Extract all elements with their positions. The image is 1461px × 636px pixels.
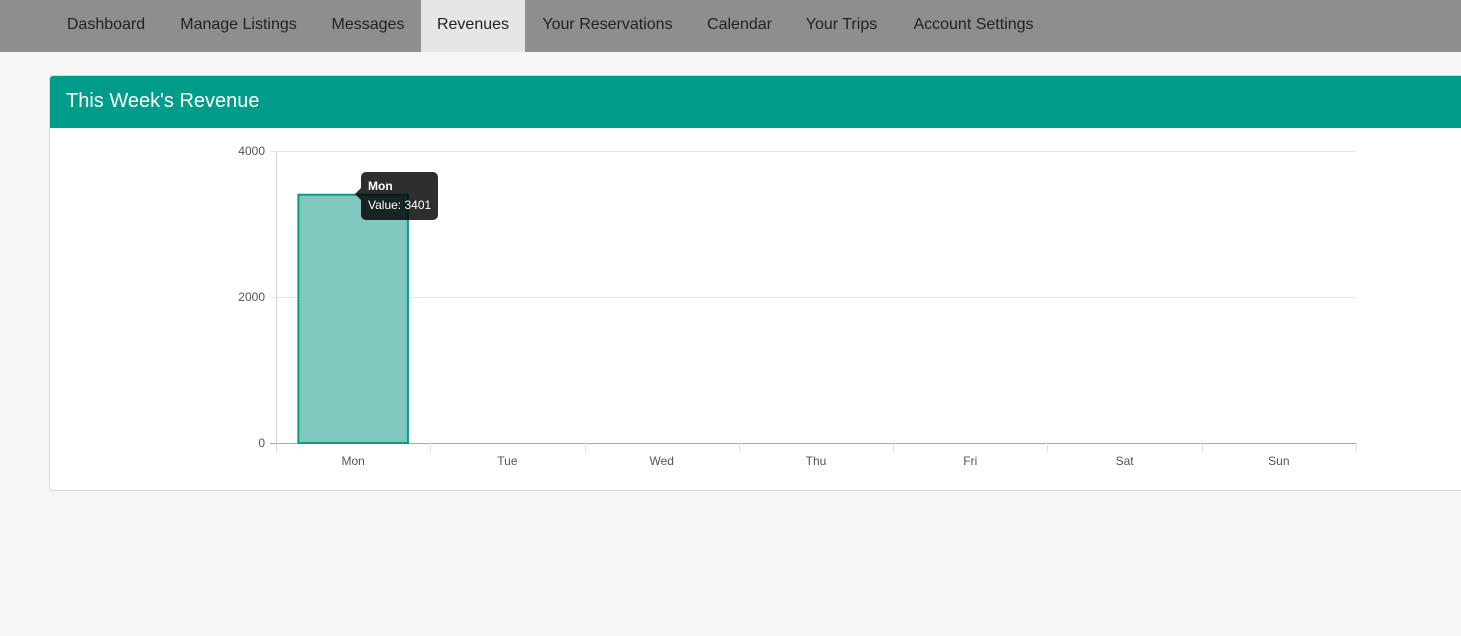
y-tick-label: 4000: [238, 144, 265, 158]
y-tick-label: 0: [258, 436, 265, 450]
tooltip-title: Mon: [368, 179, 393, 193]
x-tick-label: Fri: [963, 454, 977, 468]
x-tick-label: Thu: [806, 454, 827, 468]
x-tick-label: Sat: [1116, 454, 1135, 468]
revenue-bar-chart: 0 2000 4000 Mon Tue Wed Thu Fri Sat Sun: [238, 144, 1357, 468]
x-tick-label: Tue: [497, 454, 518, 468]
x-tick-label: Wed: [649, 454, 673, 468]
bar-mon: [297, 193, 409, 444]
x-tick-label: Mon: [341, 454, 364, 468]
y-tick-label: 2000: [238, 290, 265, 304]
x-tick-label: Sun: [1268, 454, 1289, 468]
tooltip-value: Value: 3401: [368, 198, 432, 212]
chart-tooltip: Mon Value: 3401: [354, 172, 439, 220]
